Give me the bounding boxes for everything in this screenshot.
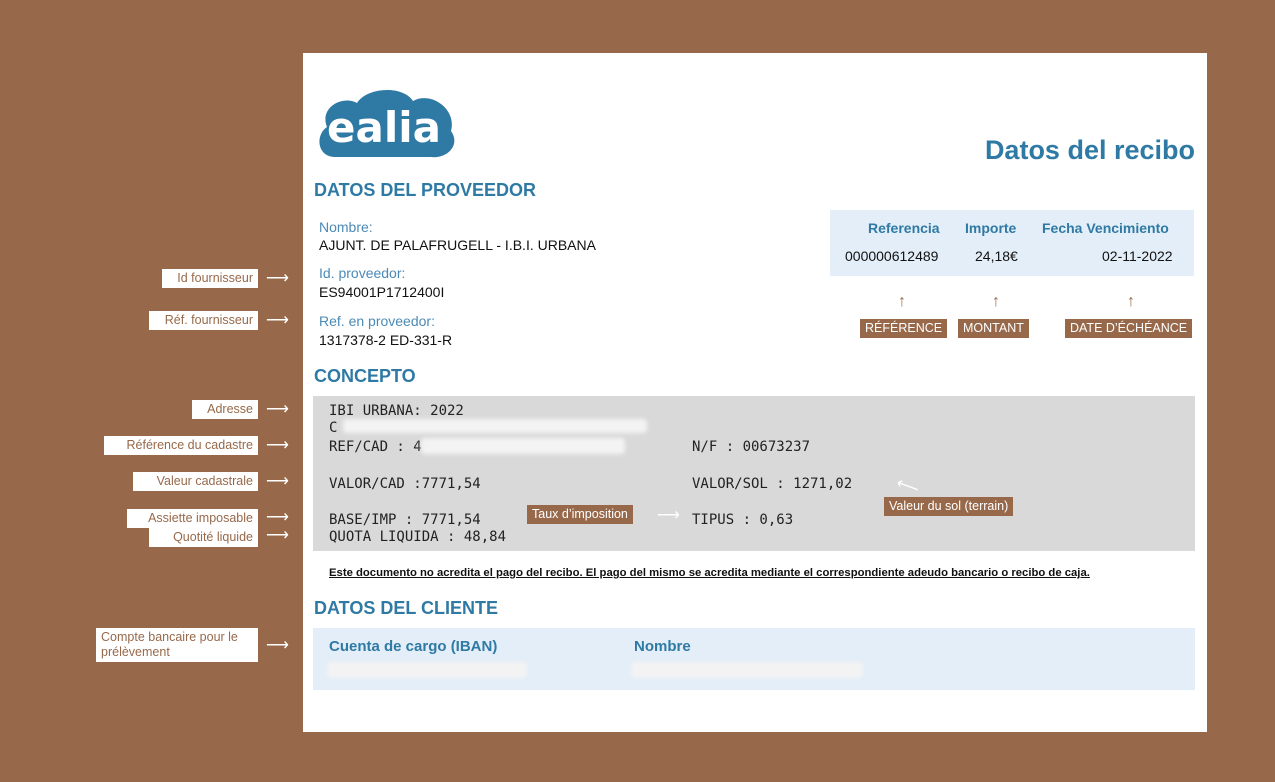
annotation-bank-account: Compte bancaire pour le prélèvement [96,628,258,662]
right-arrow-icon: ⟶ [266,437,289,454]
supplier-name-value: AJUNT. DE PALAFRUGELL - I.B.I. URBANA [319,237,596,253]
annotation-cadastral-value: Valeur cadastrale [133,472,258,491]
concept-address: C [329,420,338,436]
concept-heading: CONCEPTO [314,366,416,386]
annotation-supplier-ref: Réf. fournisseur [149,311,258,330]
reference-value: 000000612489 [845,248,939,264]
client-heading: DATOS DEL CLIENTE [314,598,499,618]
annotation-due-date: DATE D’ÉCHÉANCE [1065,319,1193,338]
right-arrow-icon: ⟶ [266,270,289,287]
reference-header: Referencia [868,220,940,236]
up-arrow-icon: ↑ [1127,293,1135,310]
right-arrow-icon: ⟶ [266,401,289,418]
redacted-refcad [421,438,625,454]
client-box: Cuenta de cargo (IBAN) Nombre [313,628,1195,690]
due-date-value: 02-11-2022 [1102,248,1173,264]
ealia-logo: ealia [319,89,455,158]
supplier-name-label: Nombre: [319,219,373,235]
redacted-client-name [631,662,863,678]
concept-tipus: TIPUS : 0,63 [692,512,794,528]
concept-tax-line: IBI URBANA: 2022 [329,403,464,419]
annotation-net-amount: Quotité liquide [149,528,258,547]
disclaimer: Este documento no acredita el pago del r… [329,567,1090,579]
client-name-header: Nombre [634,638,691,655]
due-date-header: Fecha Vencimiento [1042,220,1169,236]
annotation-supplier-id: Id fournisseur [162,269,258,288]
svg-text:ealia: ealia [327,103,441,152]
supplier-heading: DATOS DEL PROVEEDOR [314,180,537,200]
supplier-ref-value: 1317378-2 ED-331-R [319,332,453,348]
page-title: Datos del recibo [984,135,1195,165]
redacted-address [343,419,647,433]
annotation-land-value: Valeur du sol (terrain) [884,497,1014,516]
amount-value: 24,18€ [975,248,1018,264]
concept-nf: N/F : 00673237 [692,439,811,455]
annotation-amount: MONTANT [958,319,1029,338]
amount-header: Importe [965,220,1017,236]
right-arrow-icon: ⟶ [266,509,289,526]
receipt-summary: Referencia Importe Fecha Vencimiento 000… [830,210,1194,276]
right-arrow-icon: ⟶ [266,312,289,329]
annotation-reference: RÉFÉRENCE [860,319,948,338]
concept-box: IBI URBANA: 2022 C REF/CAD : 4 N/F : 006… [313,396,1195,551]
supplier-id-value: ES94001P1712400I [319,284,445,300]
annotation-tax-base: Assiette imposable [127,509,258,528]
concept-valorcad: VALOR/CAD :7771,54 [329,476,481,492]
concept-refcad: REF/CAD : 4 [329,439,422,455]
redacted-iban [327,662,527,678]
up-arrow-icon: ↑ [992,293,1000,310]
concept-quota: QUOTA LIQUIDA : 48,84 [329,529,507,545]
iban-header: Cuenta de cargo (IBAN) [329,638,498,655]
right-arrow-icon: ⟶ [266,473,289,490]
supplier-id-label: Id. proveedor: [319,265,406,281]
right-arrow-icon: ⟶ [266,527,289,544]
up-arrow-icon: ↑ [898,293,906,310]
concept-valorsol: VALOR/SOL : 1271,02 [692,476,853,492]
right-arrow-icon: ⟶ [657,507,680,524]
annotation-tax-rate: Taux d’imposition [527,505,633,524]
annotation-address: Adresse [192,400,258,419]
concept-baseimp: BASE/IMP : 7771,54 [329,512,481,528]
right-arrow-icon: ⟶ [266,637,289,654]
receipt-document: ealia Datos del recibo DATOS DEL PROVEED… [303,53,1207,732]
annotation-cadastre-ref: Référence du cadastre [104,436,258,455]
supplier-ref-label: Ref. en proveedor: [319,313,435,329]
